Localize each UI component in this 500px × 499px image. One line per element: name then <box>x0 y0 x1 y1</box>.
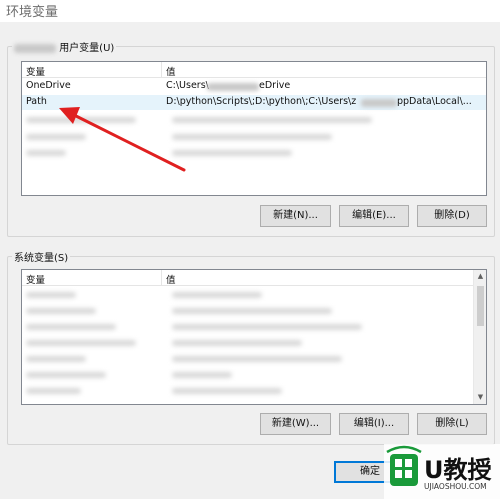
scrollbar-thumb[interactable] <box>477 286 484 326</box>
system-vars-list[interactable]: 变量 值 ▲ ▼ <box>21 269 487 405</box>
blurred-row <box>172 150 292 156</box>
blurred-row <box>26 150 66 156</box>
blurred-row <box>26 372 106 378</box>
blurred-text <box>361 99 397 107</box>
scroll-up-icon[interactable]: ▲ <box>474 270 486 283</box>
blurred-row <box>172 372 232 378</box>
blurred-row <box>26 356 86 362</box>
ujiaoshou-watermark: U教授 UJIAOSHOU.COM <box>384 444 500 499</box>
blurred-row <box>172 308 332 314</box>
user-vars-list[interactable]: 变量 值 OneDrive C:\Users\ eDrive Path D:\p… <box>21 61 487 196</box>
watermark-url: UJIAOSHOU.COM <box>424 482 487 491</box>
system-delete-button[interactable]: 删除(L) <box>417 413 487 435</box>
window-title: 环境变量 <box>6 5 59 20</box>
blurred-username <box>14 43 56 53</box>
blurred-row <box>172 356 342 362</box>
var-value-start: C:\Users\ <box>166 80 209 91</box>
system-vars-label: 系统变量(S) <box>12 249 71 264</box>
system-vars-header: 变量 值 <box>22 270 473 286</box>
watermark-brand: U教授 <box>424 456 492 484</box>
blurred-row <box>172 388 282 394</box>
blurred-row <box>26 308 96 314</box>
user-delete-button[interactable]: 删除(D) <box>417 205 487 227</box>
blurred-row <box>172 292 262 298</box>
var-name: OneDrive <box>26 80 71 91</box>
blurred-row <box>26 117 136 123</box>
blurred-row <box>172 324 362 330</box>
system-edit-button[interactable]: 编辑(I)... <box>339 413 409 435</box>
var-name: Path <box>26 96 47 107</box>
col-header-name[interactable]: 变量 <box>26 64 45 78</box>
col-header-value[interactable]: 值 <box>166 272 176 286</box>
user-var-row-path[interactable]: Path D:\python\Scripts\;D:\python\;C:\Us… <box>22 95 486 110</box>
var-value-end: eDrive <box>259 80 291 91</box>
system-vars-scrollbar[interactable]: ▲ ▼ <box>473 270 486 404</box>
blurred-row <box>26 134 86 140</box>
user-edit-button[interactable]: 编辑(E)... <box>339 205 409 227</box>
blurred-row <box>26 388 81 394</box>
blurred-row <box>26 292 76 298</box>
blurred-row <box>172 117 372 123</box>
var-value-start: D:\python\Scripts\;D:\python\;C:\Users\z <box>166 96 357 107</box>
blurred-row <box>172 134 332 140</box>
blurred-row <box>26 340 136 346</box>
blurred-row <box>172 340 302 346</box>
scroll-down-icon[interactable]: ▼ <box>474 391 486 404</box>
blurred-text <box>207 83 259 91</box>
col-header-name[interactable]: 变量 <box>26 272 45 286</box>
var-value-end: ppData\Local\... <box>397 96 472 107</box>
title-bar: 环境变量 <box>0 0 500 22</box>
blurred-row <box>26 324 116 330</box>
user-new-button[interactable]: 新建(N)... <box>260 205 331 227</box>
user-vars-header: 变量 值 <box>22 62 486 78</box>
col-header-value[interactable]: 值 <box>166 64 176 78</box>
system-new-button[interactable]: 新建(W)... <box>260 413 331 435</box>
user-var-row-onedrive[interactable]: OneDrive C:\Users\ eDrive <box>22 79 486 94</box>
user-vars-label: 用户变量(U) <box>12 39 117 54</box>
